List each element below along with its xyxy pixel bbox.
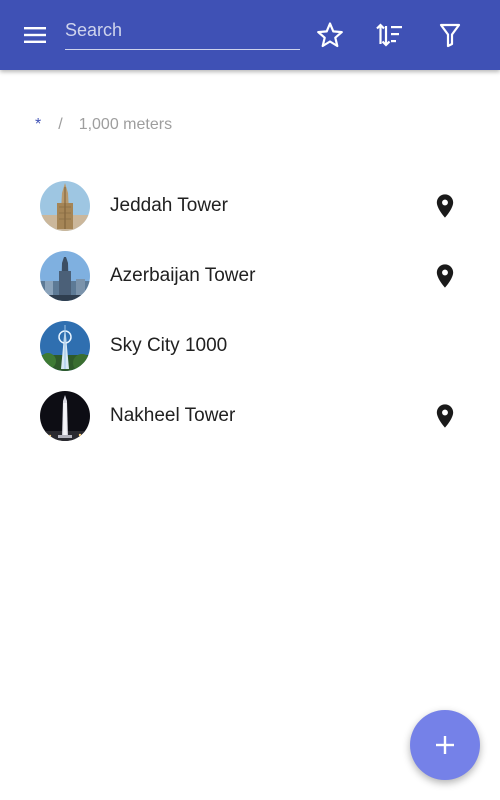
tower-photo-icon — [40, 391, 90, 441]
tower-photo-icon — [40, 181, 90, 231]
list-item-label: Azerbaijan Tower — [110, 265, 256, 286]
search-field — [65, 12, 300, 50]
search-input[interactable] — [65, 12, 300, 49]
filter-icon — [439, 23, 461, 48]
tower-list: Jeddah Tower Azerbaijan Tower Sky City 1… — [0, 171, 500, 451]
location-button[interactable] — [431, 402, 459, 430]
list-item[interactable]: Nakheel Tower — [0, 381, 500, 451]
avatar — [40, 181, 90, 231]
sort-button[interactable] — [370, 15, 410, 55]
plus-icon — [436, 736, 454, 754]
list-item-label: Jeddah Tower — [110, 195, 228, 216]
location-button[interactable] — [431, 192, 459, 220]
favorites-button[interactable] — [310, 15, 350, 55]
map-pin-icon — [436, 264, 454, 288]
tower-photo-icon — [40, 321, 90, 371]
list-item[interactable]: Jeddah Tower — [0, 171, 500, 241]
sort-icon — [376, 23, 402, 47]
list-item-label: Nakheel Tower — [110, 405, 236, 426]
map-pin-icon — [436, 194, 454, 218]
breadcrumb-root[interactable]: * — [35, 116, 41, 134]
breadcrumb: * / 1,000 meters — [35, 114, 172, 136]
avatar — [40, 321, 90, 371]
app-bar — [0, 0, 500, 70]
filter-button[interactable] — [430, 15, 470, 55]
list-item[interactable]: Sky City 1000 — [0, 311, 500, 381]
list-item[interactable]: Azerbaijan Tower — [0, 241, 500, 311]
breadcrumb-current: 1,000 meters — [78, 116, 173, 133]
star-outline-icon — [317, 22, 343, 48]
location-button[interactable] — [431, 262, 459, 290]
avatar — [40, 391, 90, 441]
breadcrumb-separator: / — [58, 116, 63, 133]
avatar — [40, 251, 90, 301]
menu-button[interactable] — [15, 15, 55, 55]
menu-icon — [24, 27, 46, 43]
tower-photo-icon — [40, 251, 90, 301]
map-pin-icon — [436, 404, 454, 428]
list-item-label: Sky City 1000 — [110, 335, 228, 356]
add-button[interactable] — [410, 710, 480, 780]
